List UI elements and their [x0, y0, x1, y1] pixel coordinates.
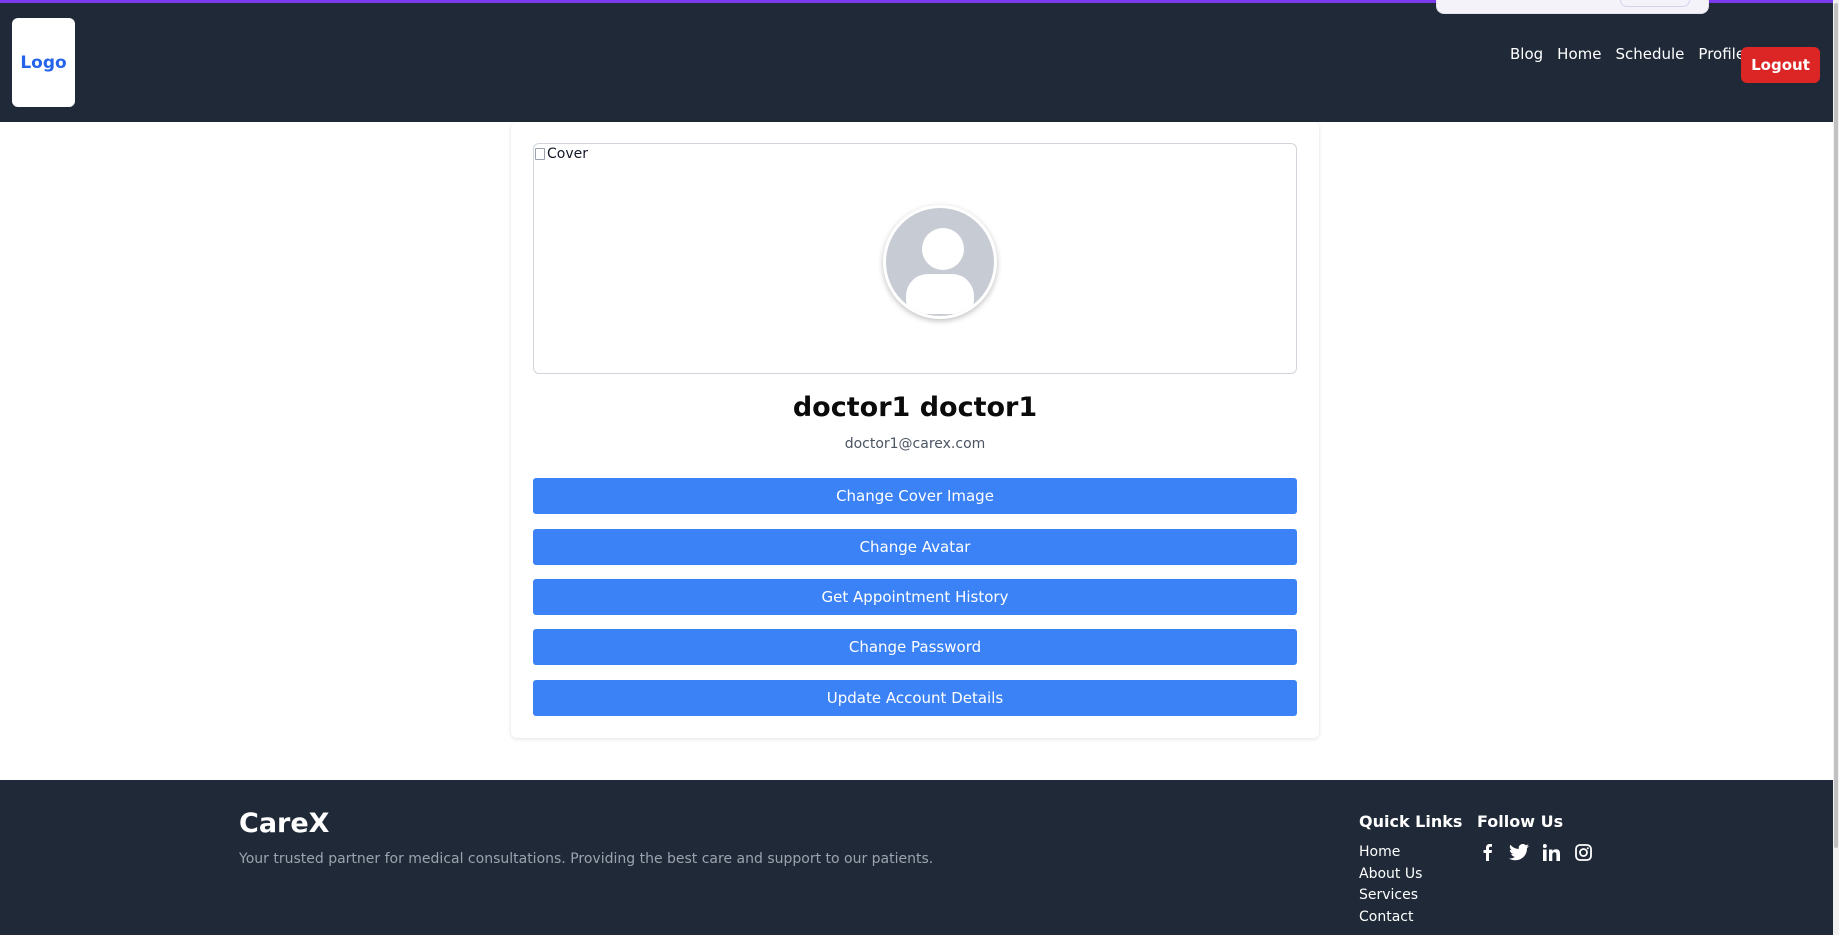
- overlay-pill: [1620, 0, 1690, 7]
- quick-links-title: Quick Links: [1359, 812, 1463, 831]
- profile-card: Cover doctor1 doctor1 doctor1@carex.com …: [511, 122, 1319, 738]
- change-cover-image-button[interactable]: Change Cover Image: [533, 478, 1297, 514]
- change-avatar-button[interactable]: Change Avatar: [533, 529, 1297, 565]
- instagram-icon[interactable]: [1573, 842, 1593, 862]
- logo[interactable]: Logo: [12, 18, 75, 107]
- cover-alt: Cover: [535, 146, 588, 162]
- footer-tagline: Your trusted partner for medical consult…: [239, 851, 934, 867]
- follow-us-title: Follow Us: [1477, 812, 1564, 831]
- quick-links-list: Home About Us Services Contact: [1359, 842, 1422, 928]
- get-appointment-history-button[interactable]: Get Appointment History: [533, 579, 1297, 615]
- nav-link-home[interactable]: Home: [1557, 45, 1601, 63]
- scrollbar-thumb[interactable]: [1834, 3, 1838, 848]
- linkedin-icon[interactable]: [1541, 842, 1561, 862]
- nav-link-blog[interactable]: Blog: [1510, 45, 1543, 63]
- quick-link-services[interactable]: Services: [1359, 885, 1422, 907]
- twitter-icon[interactable]: [1509, 842, 1529, 862]
- quick-link-contact[interactable]: Contact: [1359, 907, 1422, 929]
- nav-links: Blog Home Schedule Profile: [1510, 45, 1759, 63]
- footer-brand: CareX: [239, 808, 330, 839]
- avatar-head: [922, 228, 964, 270]
- profile-name: doctor1 doctor1: [792, 392, 1038, 423]
- nav-link-schedule[interactable]: Schedule: [1615, 45, 1684, 63]
- update-account-details-button[interactable]: Update Account Details: [533, 680, 1297, 716]
- scrollbar[interactable]: [1833, 0, 1839, 935]
- overlay-tab: [1436, 0, 1709, 14]
- broken-image-icon: [535, 148, 545, 160]
- quick-link-about-us[interactable]: About Us: [1359, 864, 1422, 886]
- facebook-icon[interactable]: [1477, 842, 1497, 862]
- cover-image: Cover: [533, 143, 1297, 374]
- navbar: Logo Blog Home Schedule Profile Logout: [0, 3, 1833, 122]
- avatar-body: [906, 274, 974, 314]
- change-password-button[interactable]: Change Password: [533, 629, 1297, 665]
- nav-link-profile[interactable]: Profile: [1698, 45, 1745, 63]
- avatar: [883, 205, 997, 319]
- social-icons: [1477, 842, 1593, 862]
- quick-link-home[interactable]: Home: [1359, 842, 1422, 864]
- profile-email: doctor1@carex.com: [844, 436, 986, 452]
- cover-alt-text: Cover: [547, 146, 588, 162]
- logout-button[interactable]: Logout: [1741, 47, 1820, 83]
- logo-text: Logo: [20, 52, 67, 73]
- footer: CareX Your trusted partner for medical c…: [0, 780, 1833, 935]
